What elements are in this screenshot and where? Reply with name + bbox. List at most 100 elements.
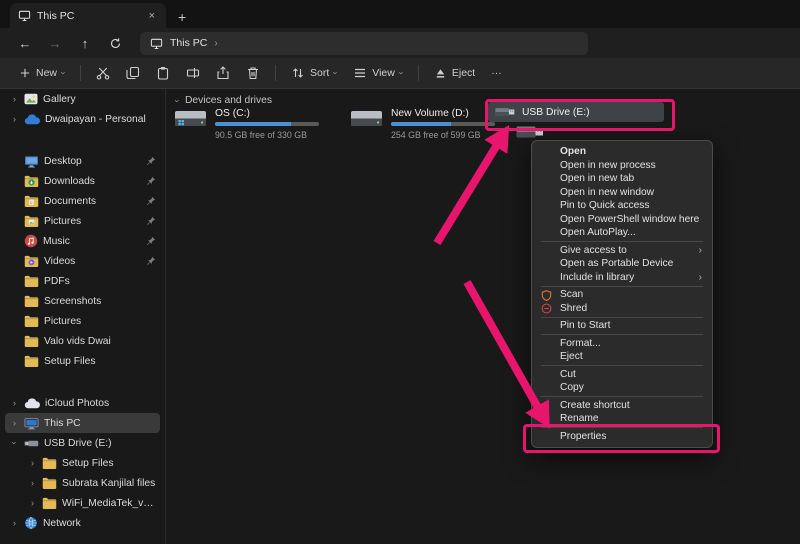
- chevron-down-icon[interactable]: ›: [10, 439, 20, 448]
- drive-tile-new-volume-d[interactable]: New Volume (D:)254 GB free of 599 GB: [350, 106, 495, 140]
- breadcrumb-chevron-icon[interactable]: ›: [214, 38, 217, 49]
- menu-item-open-in-new-process[interactable]: Open in new process: [532, 159, 712, 173]
- menu-item-pin-to-quick-access[interactable]: Pin to Quick access: [532, 199, 712, 213]
- menu-item-open-in-new-tab[interactable]: Open in new tab: [532, 172, 712, 186]
- sidebar-item-label: Music: [43, 236, 141, 247]
- chevron-right-icon[interactable]: ›: [10, 114, 19, 124]
- menu-item-properties[interactable]: Properties: [532, 430, 712, 444]
- menu-item-format[interactable]: Format...: [532, 337, 712, 351]
- sidebar-item-dwaipayan-personal[interactable]: ›Dwaipayan - Personal: [5, 109, 160, 129]
- menu-item-cut[interactable]: Cut: [532, 368, 712, 382]
- menu-item-create-shortcut[interactable]: Create shortcut: [532, 399, 712, 413]
- drive-tile-os-c[interactable]: OS (C:)90.5 GB free of 330 GB: [174, 106, 319, 140]
- up-button[interactable]: ↑: [72, 31, 98, 55]
- menu-item-scan[interactable]: Scan: [532, 288, 712, 302]
- tab-this-pc[interactable]: This PC ×: [10, 3, 166, 28]
- menu-item-shred[interactable]: Shred: [532, 302, 712, 316]
- sidebar-item-label: iCloud Photos: [45, 398, 156, 409]
- forward-button[interactable]: →: [42, 31, 68, 55]
- sidebar-item-gallery[interactable]: ›Gallery: [5, 89, 160, 109]
- menu-item-give-access-to[interactable]: Give access to›: [532, 244, 712, 258]
- chevron-down-icon[interactable]: ›: [173, 99, 183, 102]
- chevron-right-icon[interactable]: ›: [10, 518, 19, 528]
- sidebar-item-pictures[interactable]: Pictures: [5, 311, 160, 331]
- menu-item-label: Open in new tab: [560, 173, 634, 184]
- menu-item-open-as-portable-device[interactable]: Open as Portable Device: [532, 257, 712, 271]
- folder-icon: [24, 335, 39, 347]
- delete-icon: [246, 66, 260, 80]
- cut-icon: [96, 66, 110, 80]
- menu-item-copy[interactable]: Copy: [532, 381, 712, 395]
- cut-button[interactable]: [89, 62, 117, 84]
- menu-item-open-in-new-window[interactable]: Open in new window: [532, 186, 712, 200]
- chevron-right-icon[interactable]: ›: [10, 418, 19, 428]
- section-header-devices-and-drives[interactable]: › Devices and drives: [176, 95, 272, 106]
- sidebar-item-downloads[interactable]: Downloads: [5, 171, 160, 191]
- new-button[interactable]: New ›: [12, 63, 72, 83]
- context-menu: OpenOpen in new processOpen in new tab Op…: [531, 140, 713, 448]
- menu-item-label: Create shortcut: [560, 400, 630, 411]
- chevron-down-icon: ›: [396, 72, 406, 75]
- sidebar-item-this-pc[interactable]: ›This PC: [5, 413, 160, 433]
- sidebar-item-music[interactable]: Music: [5, 231, 160, 251]
- sidebar-item-desktop[interactable]: Desktop: [5, 151, 160, 171]
- sidebar-item-wifi-mediatek-v3-3-0-350[interactable]: ›WiFi_MediaTek_v3.3.0.350: [23, 493, 160, 513]
- menu-item-rename[interactable]: Rename: [532, 412, 712, 426]
- view-button[interactable]: View ›: [346, 62, 410, 84]
- refresh-icon: [109, 37, 122, 50]
- menu-item-label: Pin to Start: [560, 320, 610, 331]
- chevron-right-icon[interactable]: ›: [28, 498, 37, 508]
- back-button[interactable]: ←: [12, 31, 38, 55]
- menu-item-include-in-library[interactable]: Include in library›: [532, 271, 712, 285]
- sidebar-item-pictures[interactable]: Pictures: [5, 211, 160, 231]
- drive-name: USB Drive (E:): [522, 107, 590, 118]
- delete-button[interactable]: [239, 62, 267, 84]
- address-bar[interactable]: This PC ›: [140, 32, 588, 55]
- rename-button[interactable]: [179, 62, 207, 84]
- chevron-right-icon[interactable]: ›: [10, 398, 19, 408]
- eject-button[interactable]: Eject: [427, 63, 482, 84]
- drive-tile-usb-drive-e[interactable]: USB Drive (E:): [488, 102, 666, 122]
- sort-button[interactable]: Sort ›: [284, 62, 344, 84]
- menu-item-open-powershell-window-here[interactable]: Open PowerShell window here: [532, 213, 712, 227]
- sidebar-item-icloud-photos[interactable]: › iCloud Photos: [5, 393, 160, 413]
- sidebar-item-videos[interactable]: Videos: [5, 251, 160, 271]
- tab-close-icon[interactable]: ×: [146, 10, 158, 22]
- sidebar-item-screenshots[interactable]: Screenshots: [5, 291, 160, 311]
- refresh-button[interactable]: [102, 31, 128, 55]
- menu-item-label: Open as Portable Device: [560, 258, 673, 269]
- monitor-icon: [18, 9, 31, 22]
- command-bar: New › Sort › View › Eject ···: [0, 58, 800, 89]
- sidebar-item-valo-vids-dwai[interactable]: Valo vids Dwai: [5, 331, 160, 351]
- chevron-right-icon[interactable]: ›: [28, 478, 37, 488]
- paste-button[interactable]: [149, 62, 177, 84]
- submenu-chevron-icon: ›: [699, 245, 702, 256]
- menu-item-open-autoplay[interactable]: Open AutoPlay...: [532, 226, 712, 240]
- sidebar-item-documents[interactable]: Documents: [5, 191, 160, 211]
- sidebar-item-setup-files[interactable]: Setup Files: [5, 351, 160, 371]
- new-tab-button[interactable]: +: [178, 10, 186, 24]
- sidebar-item-subrata-kanjilal-files[interactable]: ›Subrata Kanjilal files: [23, 473, 160, 493]
- desktop-icon: [24, 155, 39, 168]
- sidebar-item-setup-files[interactable]: ›Setup Files: [23, 453, 160, 473]
- menu-item-label: Open PowerShell window here: [560, 214, 699, 225]
- documents-icon: [24, 195, 39, 207]
- menu-separator: [541, 241, 703, 242]
- folder-icon: [24, 355, 39, 367]
- more-options-button[interactable]: ···: [484, 63, 509, 83]
- menu-item-eject[interactable]: Eject: [532, 350, 712, 364]
- chevron-right-icon[interactable]: ›: [10, 94, 19, 104]
- share-button[interactable]: [209, 62, 237, 84]
- sidebar-item-pdfs[interactable]: PDFs: [5, 271, 160, 291]
- copy-button[interactable]: [119, 62, 147, 84]
- drive-free-space: 254 GB free of 599 GB: [391, 130, 495, 140]
- breadcrumb-location[interactable]: This PC: [170, 37, 207, 49]
- chevron-right-icon[interactable]: ›: [28, 458, 37, 468]
- drive-d-icon: [350, 106, 384, 140]
- sidebar-item-network[interactable]: ›Network: [5, 513, 160, 533]
- menu-item-open[interactable]: Open: [532, 145, 712, 159]
- menu-item-pin-to-start[interactable]: Pin to Start: [532, 319, 712, 333]
- toolbar-icon-group: [89, 62, 267, 84]
- sidebar-item-usb-drive-e[interactable]: ›USB Drive (E:): [5, 433, 160, 453]
- menu-item-label: Include in library: [560, 272, 634, 283]
